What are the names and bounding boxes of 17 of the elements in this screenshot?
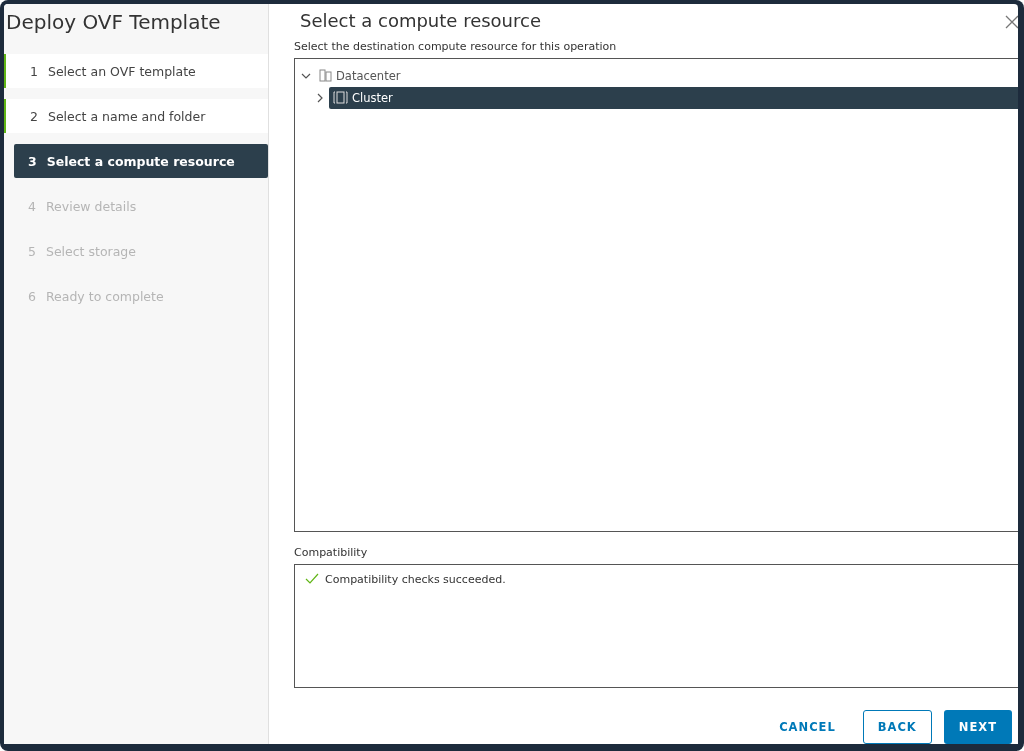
- instruction-text: Select the destination compute resource for this operation: [294, 39, 618, 55]
- tree-node[interactable]: Datacenter: [315, 64, 1018, 87]
- wizard-step[interactable]: 1 Select an OVF template: [4, 54, 268, 88]
- chevron-icon[interactable]: [315, 92, 325, 103]
- next-button[interactable]: NEXT: [943, 710, 1012, 744]
- window-title: Deploy OVF Template: [5, 9, 222, 36]
- cluster-icon: [333, 91, 348, 105]
- close-icon[interactable]: [1004, 14, 1018, 30]
- back-button[interactable]: BACK: [862, 710, 932, 744]
- tree-node[interactable]: Cluster: [329, 86, 1018, 109]
- cancel-button[interactable]: CANCEL: [764, 710, 851, 744]
- compatibility-message: Compatibility checks succeeded.: [325, 573, 506, 587]
- wizard-step[interactable]: 3 Select a compute resource: [14, 144, 268, 178]
- wizard-step[interactable]: 2 Select a name and folder: [4, 99, 268, 133]
- compatibility-label: Compatibility: [294, 546, 369, 562]
- building-icon: [319, 69, 332, 83]
- page-heading: Select a compute resource: [299, 9, 541, 33]
